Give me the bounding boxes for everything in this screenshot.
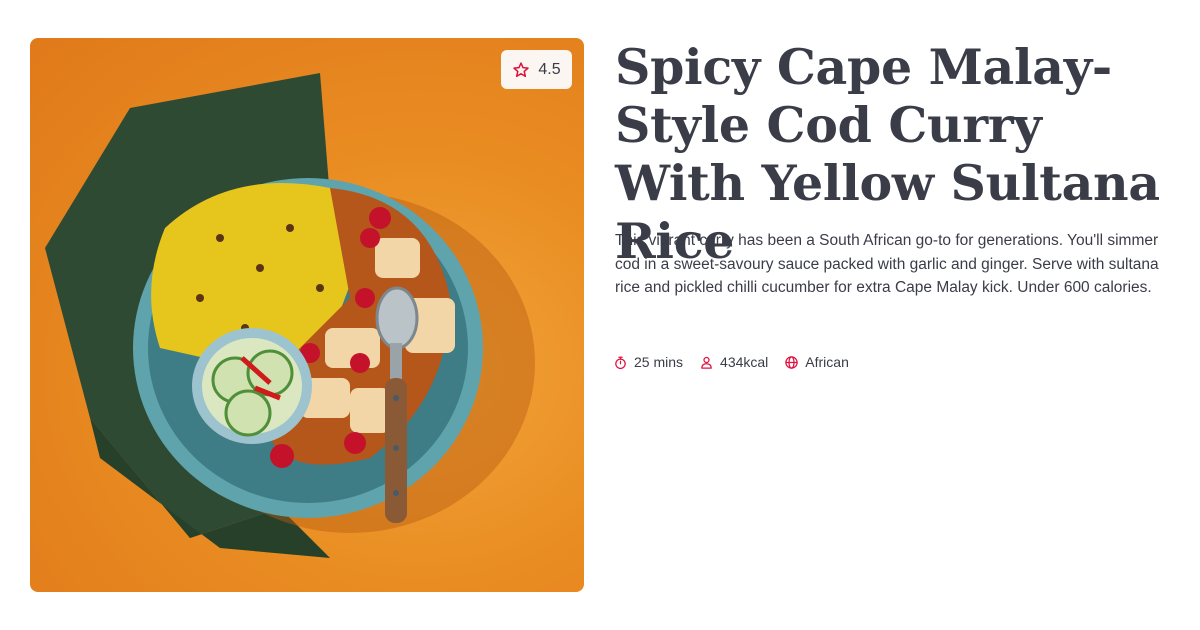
recipe-photo [30,38,584,592]
timer-icon [615,356,626,369]
star-outline-icon [513,61,530,77]
meta-cuisine-label: African [805,354,849,370]
meta-calories-label: 434kcal [720,354,769,370]
meta-cuisine: African [784,354,849,370]
meta-calories: 434kcal [699,354,768,370]
meta-time-label: 25 mins [634,354,684,370]
rating-badge[interactable]: 4.5 [501,50,572,89]
rating-value: 4.5 [538,60,561,78]
person-icon [701,356,712,369]
recipe-meta: 25 mins 434kcal African [613,354,849,370]
recipe-description: This vibrant curry has been a South Afri… [615,232,1159,296]
meta-time: 25 mins [613,354,683,370]
curry-bowl-illustration [45,73,535,558]
globe-icon [785,355,799,369]
